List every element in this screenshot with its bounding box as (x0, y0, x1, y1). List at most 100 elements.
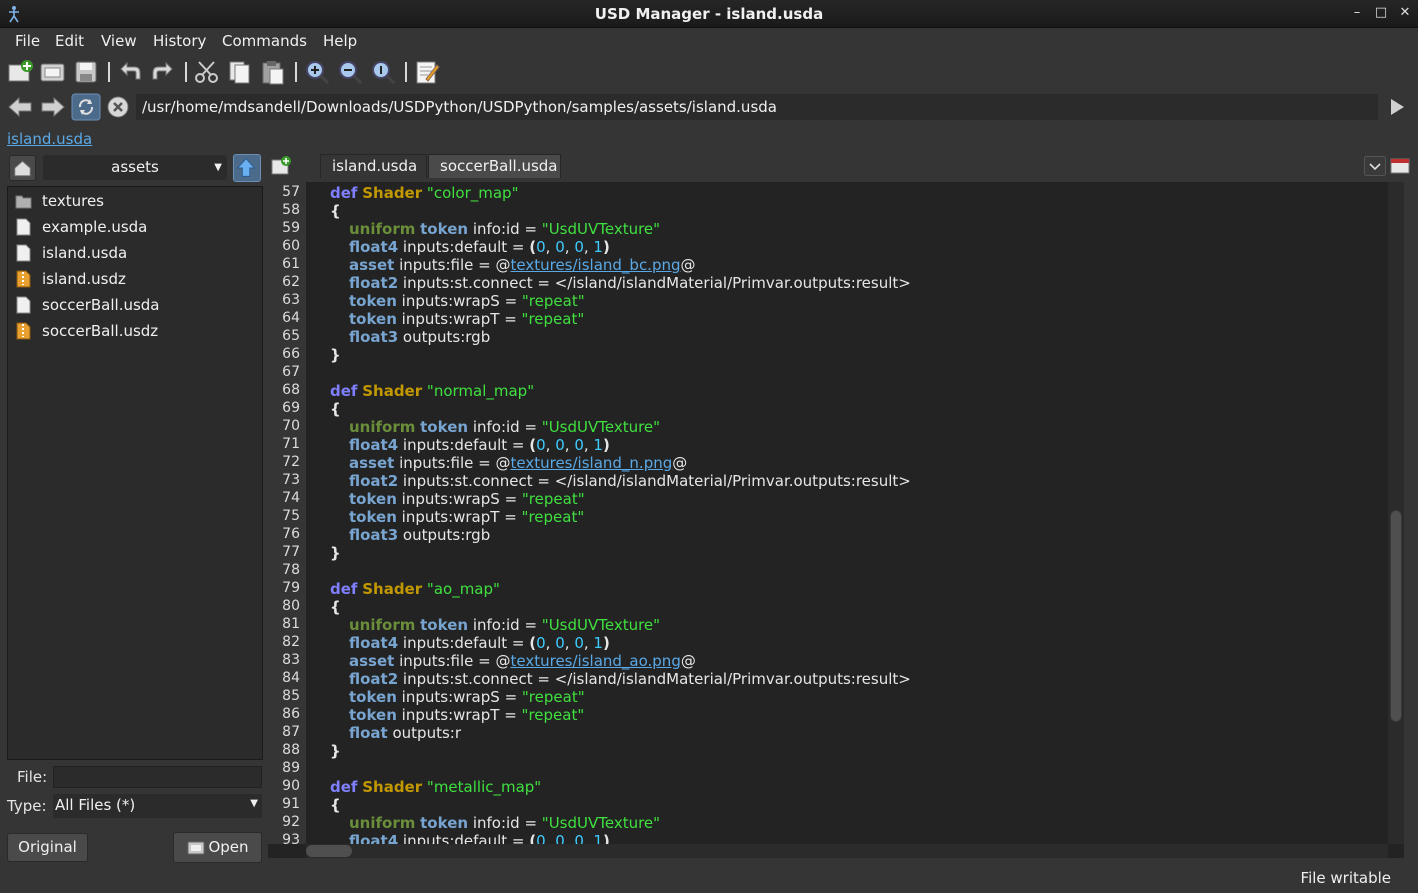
maximize-icon[interactable]: □ (1374, 5, 1388, 21)
list-item[interactable]: textures (8, 188, 262, 214)
stop-icon[interactable] (104, 93, 134, 121)
code-token: float3 (349, 328, 399, 346)
line-number: 84 (282, 670, 300, 686)
code-token: } (330, 544, 341, 562)
code-line: float outputs:r (349, 724, 461, 742)
zoom-reset-icon[interactable] (368, 57, 398, 87)
edit-icon[interactable] (412, 57, 442, 87)
list-item[interactable]: soccerBall.usdz (8, 318, 262, 344)
code-line: } (330, 742, 341, 760)
zoom-in-icon[interactable] (302, 57, 332, 87)
code-line: uniform token info:id = "UsdUVTexture" (349, 616, 660, 634)
go-icon[interactable] (1384, 94, 1410, 120)
redo-icon[interactable] (148, 57, 178, 87)
close-tab-icon[interactable] (1389, 156, 1411, 176)
parent-directory-button[interactable] (233, 154, 261, 182)
minimize-icon[interactable]: – (1350, 5, 1364, 21)
code-token: , (583, 238, 594, 256)
close-icon[interactable]: ✕ (1398, 5, 1412, 21)
code-token: inputs:file = @ (394, 454, 511, 472)
address-input[interactable] (136, 94, 1378, 120)
code-line: def Shader "ao_map" (330, 580, 500, 598)
forward-icon[interactable] (38, 93, 68, 121)
refresh-icon[interactable] (71, 93, 101, 121)
menu-view[interactable]: View (101, 32, 137, 50)
line-number: 59 (282, 220, 300, 236)
code-line: float4 inputs:default = (0, 0, 0, 1) (349, 436, 610, 454)
code-line: token inputs:wrapS = "repeat" (349, 688, 585, 706)
new-tab-icon[interactable] (270, 155, 292, 177)
cut-icon[interactable] (192, 57, 222, 87)
code-token: inputs:default = (398, 832, 530, 844)
code-token: asset (349, 454, 395, 472)
file-icon (16, 244, 31, 262)
list-item[interactable]: island.usdz (8, 266, 262, 292)
list-item[interactable]: island.usda (8, 240, 262, 266)
open-folder-icon[interactable] (38, 57, 68, 87)
code-token: ) (602, 238, 610, 256)
horizontal-scrollbar[interactable] (306, 844, 1388, 858)
paste-icon[interactable] (258, 57, 288, 87)
code-token: inputs:default = (398, 436, 530, 454)
code-token: inputs:default = (398, 634, 530, 652)
open-button-label: Open (208, 838, 249, 856)
line-number: 72 (282, 454, 300, 470)
code-token: , (545, 436, 556, 454)
code-token: info:id = (468, 616, 542, 634)
file-type-select[interactable]: All Files (*) ▼ (53, 794, 262, 818)
vertical-scrollbar[interactable] (1388, 182, 1404, 844)
file-name-input[interactable] (53, 766, 262, 788)
directory-select[interactable]: assets ▼ (43, 155, 227, 180)
code-area[interactable]: def Shader "color_map"{uniform token inf… (306, 182, 1388, 844)
menu-commands[interactable]: Commands (222, 32, 307, 50)
zoom-out-icon[interactable] (335, 57, 365, 87)
code-token: "repeat" (521, 490, 585, 508)
tab-island-usda[interactable]: island.usda (320, 154, 427, 178)
copy-icon[interactable] (225, 57, 255, 87)
new-file-icon[interactable] (5, 57, 35, 87)
code-token: "UsdUVTexture" (541, 418, 661, 436)
list-item[interactable]: soccerBall.usda (8, 292, 262, 318)
asset-link[interactable]: textures/island_n.png (511, 454, 673, 472)
menu-help[interactable]: Help (323, 32, 357, 50)
code-token: 0 (574, 832, 584, 844)
undo-icon[interactable] (115, 57, 145, 87)
code-line: uniform token info:id = "UsdUVTexture" (349, 220, 660, 238)
tab-list-chevron-icon[interactable] (1364, 156, 1386, 176)
code-token: "UsdUVTexture" (541, 616, 661, 634)
code-token: 1 (593, 634, 603, 652)
open-button[interactable]: Open (173, 832, 262, 863)
menu-file[interactable]: File (15, 32, 40, 50)
menu-history[interactable]: History (153, 32, 206, 50)
line-number: 79 (282, 580, 300, 596)
code-token: float (349, 724, 388, 742)
back-icon[interactable] (5, 93, 35, 121)
code-token: Shader (362, 580, 423, 598)
code-token: @ (680, 652, 696, 670)
vertical-scrollbar-thumb[interactable] (1390, 510, 1402, 722)
file-list[interactable]: textures example.usda island.usda island… (7, 186, 263, 760)
line-number: 86 (282, 706, 300, 722)
asset-link[interactable]: textures/island_bc.png (511, 256, 681, 274)
open-folder-icon (187, 841, 205, 855)
code-token: } (330, 742, 341, 760)
horizontal-scrollbar-thumb[interactable] (306, 845, 352, 857)
code-token: def (330, 580, 358, 598)
code-token: info:id = (468, 418, 542, 436)
asset-link[interactable]: textures/island_ao.png (511, 652, 681, 670)
save-icon[interactable] (71, 57, 101, 87)
line-number: 92 (282, 814, 300, 830)
home-button[interactable] (9, 155, 36, 181)
code-token: "UsdUVTexture" (541, 220, 661, 238)
code-token: outputs:r (387, 724, 461, 742)
list-item[interactable]: example.usda (8, 214, 262, 240)
breadcrumb-link[interactable]: island.usda (7, 130, 92, 148)
code-editor[interactable]: 57 58 59 60 61 62 63 64 65 66 67 68 69 70 71 72 73 74 75 76… (268, 182, 1404, 858)
menu-edit[interactable]: Edit (55, 32, 84, 50)
archive-icon (16, 322, 31, 340)
tab-soccerball-usda[interactable]: soccerBall.usda (428, 154, 561, 178)
line-number: 85 (282, 688, 300, 704)
original-button[interactable]: Original (7, 833, 88, 862)
code-token: , (583, 436, 594, 454)
line-number: 67 (282, 364, 300, 380)
